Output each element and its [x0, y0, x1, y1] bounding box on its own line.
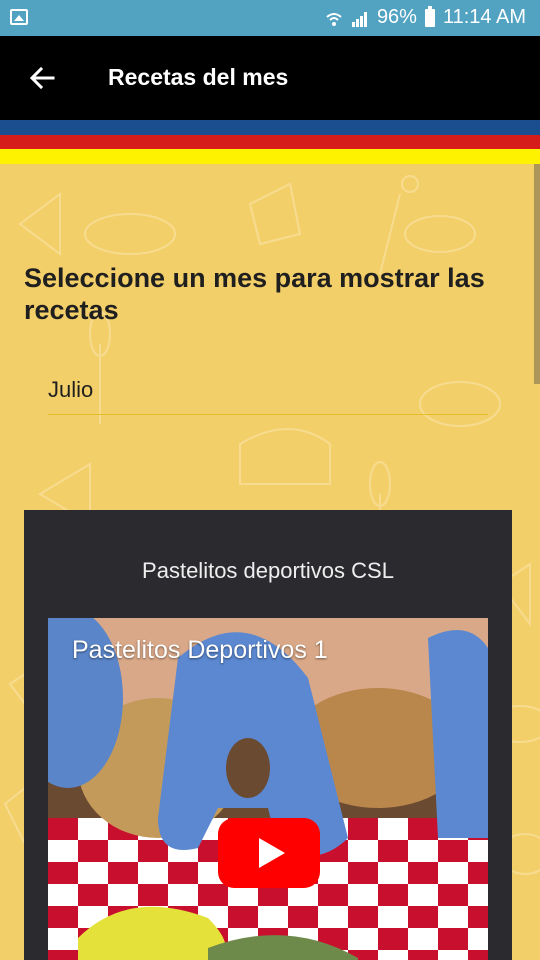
status-time: 11:14 AM	[442, 6, 526, 28]
video-thumbnail	[48, 618, 488, 960]
recipe-card: Pastelitos deportivos CSL Pastelitos Dep…	[24, 510, 512, 960]
video-player[interactable]: Pastelitos Deportivos 1	[48, 618, 488, 960]
scrollbar[interactable]	[534, 164, 540, 384]
back-button[interactable]	[22, 58, 62, 98]
status-bar: 96% 11:14 AM	[0, 0, 540, 36]
image-icon	[10, 9, 28, 25]
month-select[interactable]: Julio	[48, 372, 488, 415]
battery-icon	[424, 5, 435, 27]
recipe-title: Pastelitos deportivos CSL	[142, 558, 394, 583]
month-prompt: Seleccione un mes para mostrar las recet…	[24, 263, 485, 325]
page-title: Recetas del mes	[108, 64, 289, 90]
play-icon	[259, 838, 285, 868]
signal-icon	[351, 10, 369, 27]
content-area[interactable]: Seleccione un mes para mostrar las recet…	[0, 164, 540, 960]
wifi-icon	[325, 10, 343, 26]
flag-stripe-red	[0, 135, 540, 149]
month-select-value: Julio	[48, 377, 94, 402]
play-button[interactable]	[218, 818, 320, 888]
back-arrow-icon	[29, 67, 55, 89]
battery-percent: 96%	[376, 6, 417, 28]
status-icons: 96% 11:14 AM	[325, 5, 526, 29]
video-title: Pastelitos Deportivos 1	[72, 636, 328, 664]
flag-stripe-blue	[0, 120, 540, 135]
app-bar: Recetas del mes	[0, 36, 540, 120]
flag-stripe-yellow	[0, 149, 540, 164]
